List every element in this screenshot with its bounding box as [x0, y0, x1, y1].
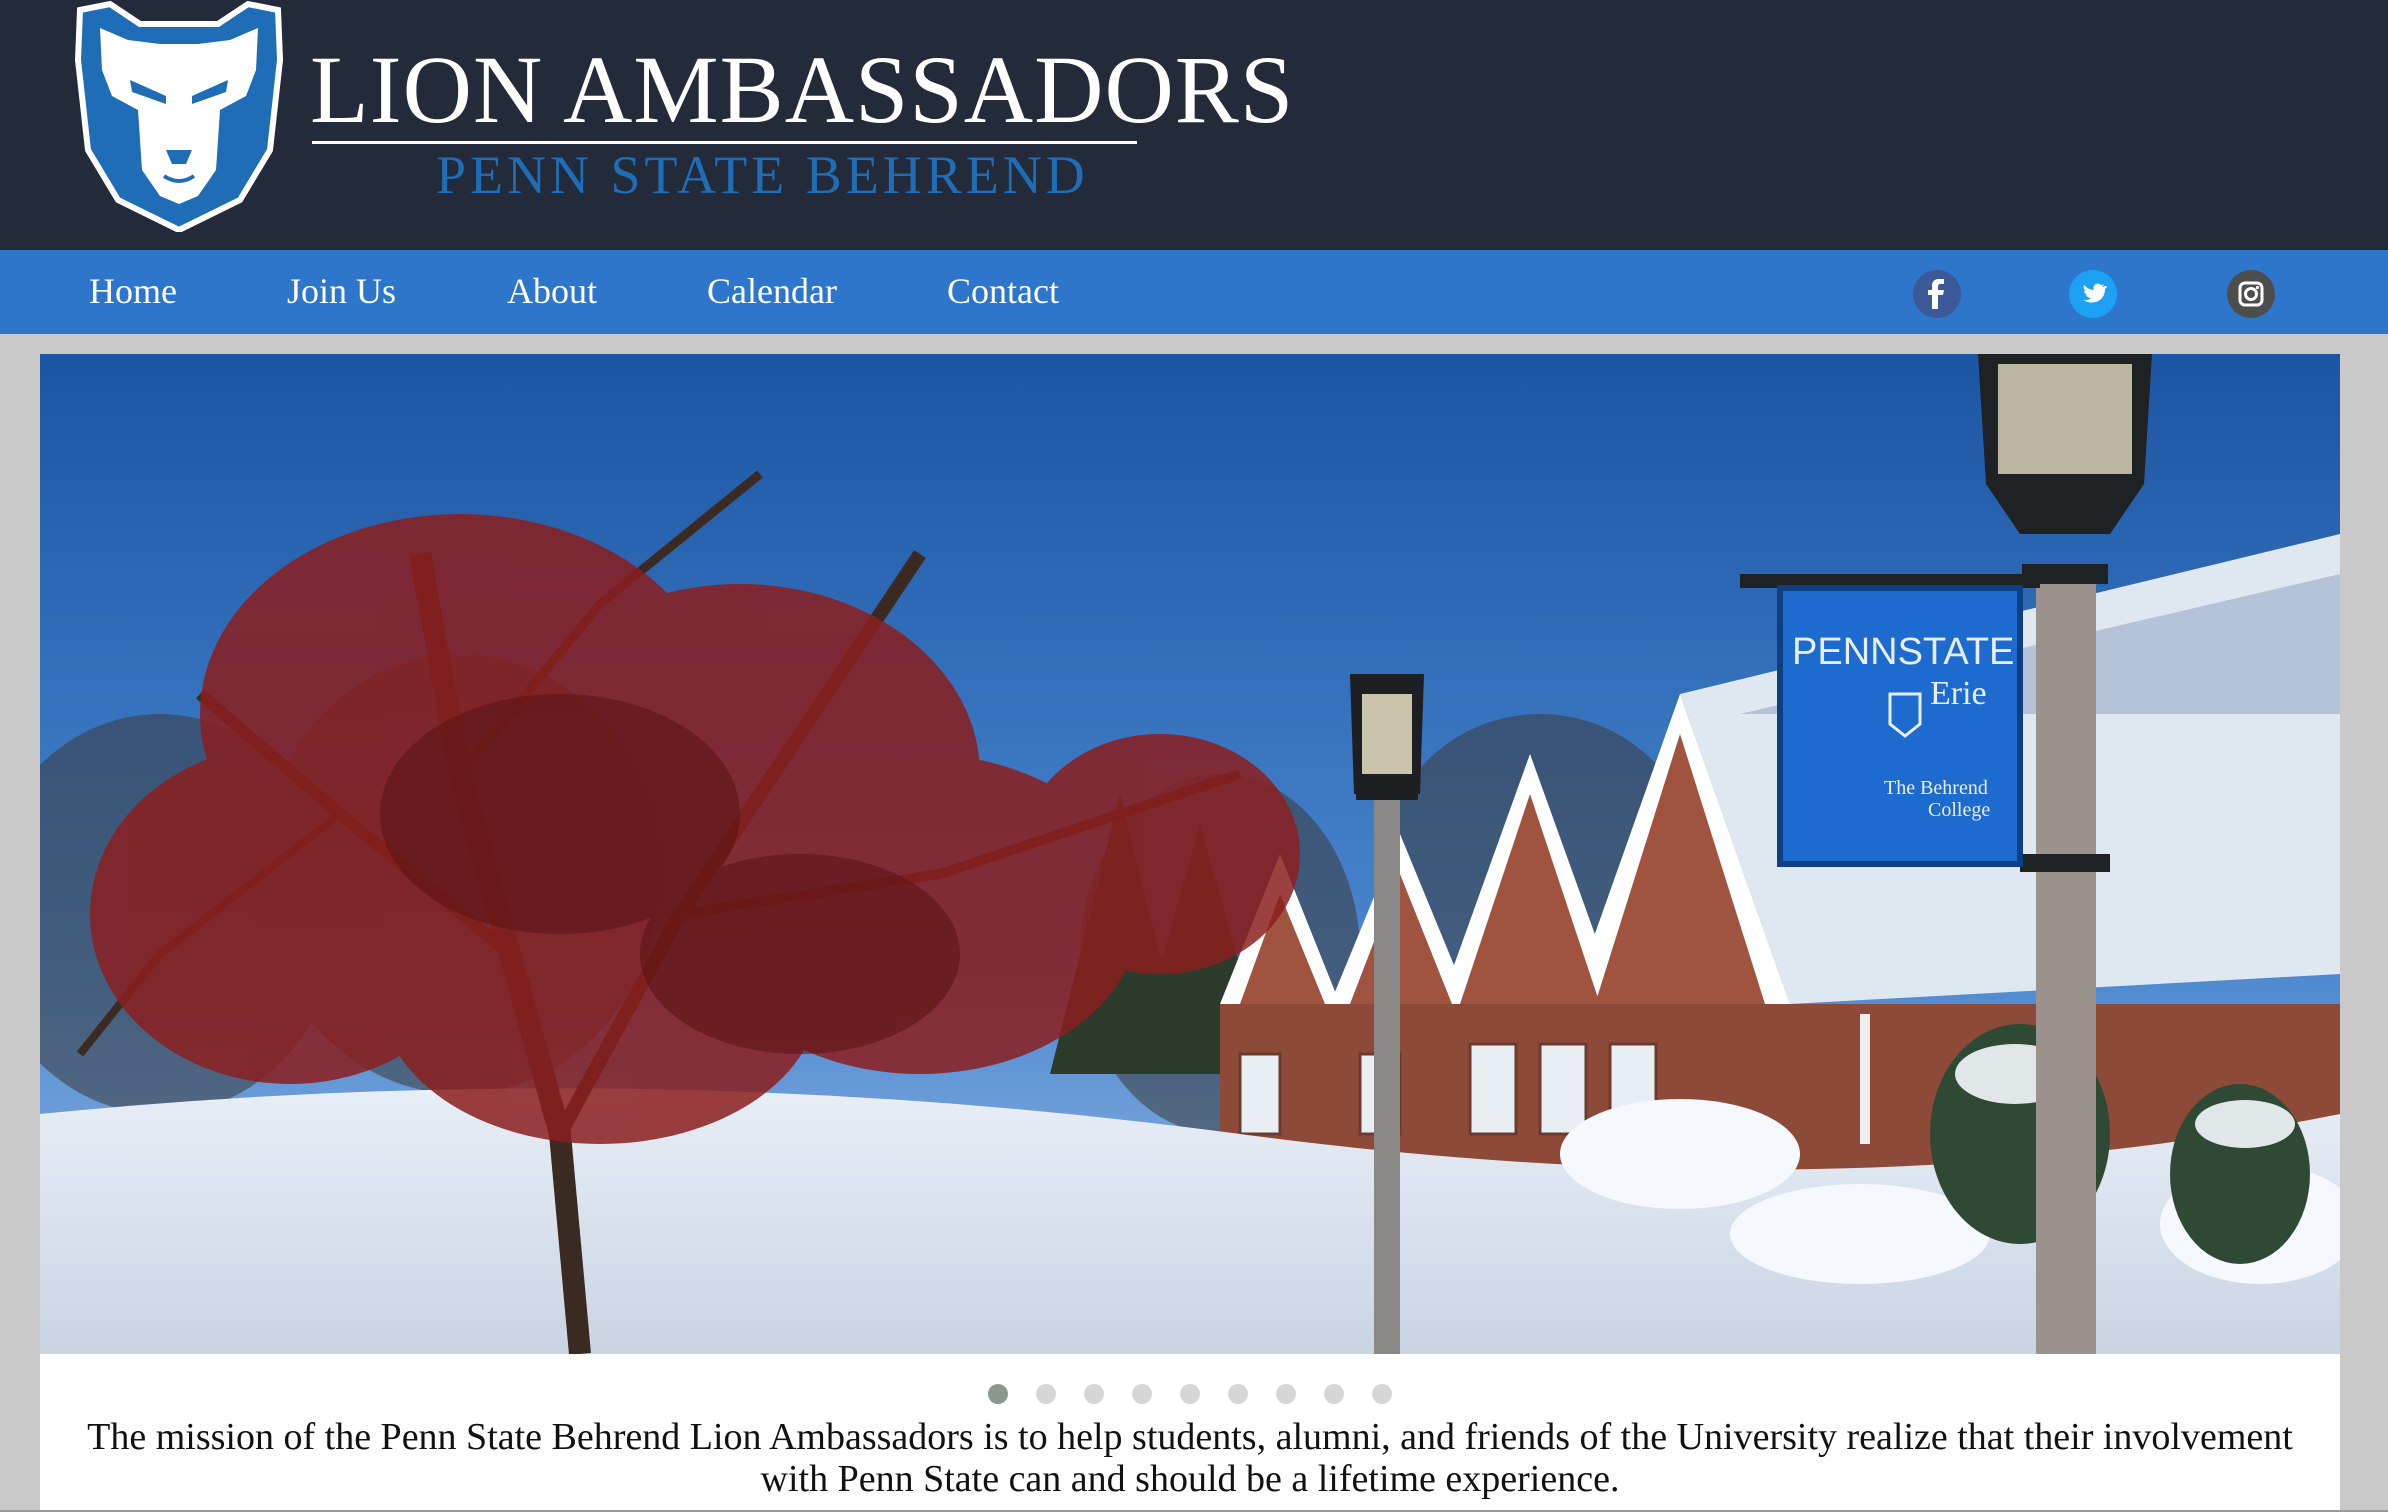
- site-header: LION AMBASSADORS PENN STATE BEHREND: [0, 0, 2388, 250]
- slide-dot[interactable]: [1084, 1384, 1104, 1404]
- nittany-lion-shield-icon[interactable]: [70, 0, 288, 232]
- main-content: PENNSTATE Erie The Behrend College The m…: [40, 354, 2340, 1512]
- banner-line4: College: [1928, 799, 1990, 821]
- mission-statement: The mission of the Penn State Behrend Li…: [87, 1416, 2293, 1500]
- twitter-icon[interactable]: [2069, 270, 2117, 318]
- slide-dot[interactable]: [1372, 1384, 1392, 1404]
- slide-dot[interactable]: [1180, 1384, 1200, 1404]
- slide-dot[interactable]: [988, 1384, 1008, 1404]
- slide-dot[interactable]: [1324, 1384, 1344, 1404]
- banner-line1: PENNSTATE: [1792, 631, 2014, 673]
- nav-join-us[interactable]: Join Us: [287, 270, 396, 313]
- banner-line3: The Behrend: [1884, 777, 1988, 799]
- title-divider: [312, 141, 1137, 144]
- hero-slideshow-image[interactable]: PENNSTATE Erie The Behrend College: [40, 354, 2340, 1354]
- slide-dot[interactable]: [1132, 1384, 1152, 1404]
- main-nav: Home Join Us About Calendar Contact: [0, 250, 2388, 334]
- slide-dot[interactable]: [1036, 1384, 1056, 1404]
- slide-dot[interactable]: [1276, 1384, 1296, 1404]
- facebook-icon[interactable]: [1913, 270, 1961, 318]
- slide-dot[interactable]: [1228, 1384, 1248, 1404]
- nav-contact[interactable]: Contact: [947, 270, 1059, 313]
- nav-home[interactable]: Home: [89, 270, 177, 313]
- site-title[interactable]: LION AMBASSADORS: [310, 42, 1294, 138]
- instagram-icon[interactable]: [2227, 270, 2275, 318]
- nav-calendar[interactable]: Calendar: [707, 270, 837, 313]
- site-subtitle: PENN STATE BEHREND: [436, 145, 1089, 205]
- slideshow-pagination: [40, 1384, 2340, 1410]
- nav-about[interactable]: About: [507, 270, 597, 313]
- banner-line2: Erie: [1930, 675, 1987, 712]
